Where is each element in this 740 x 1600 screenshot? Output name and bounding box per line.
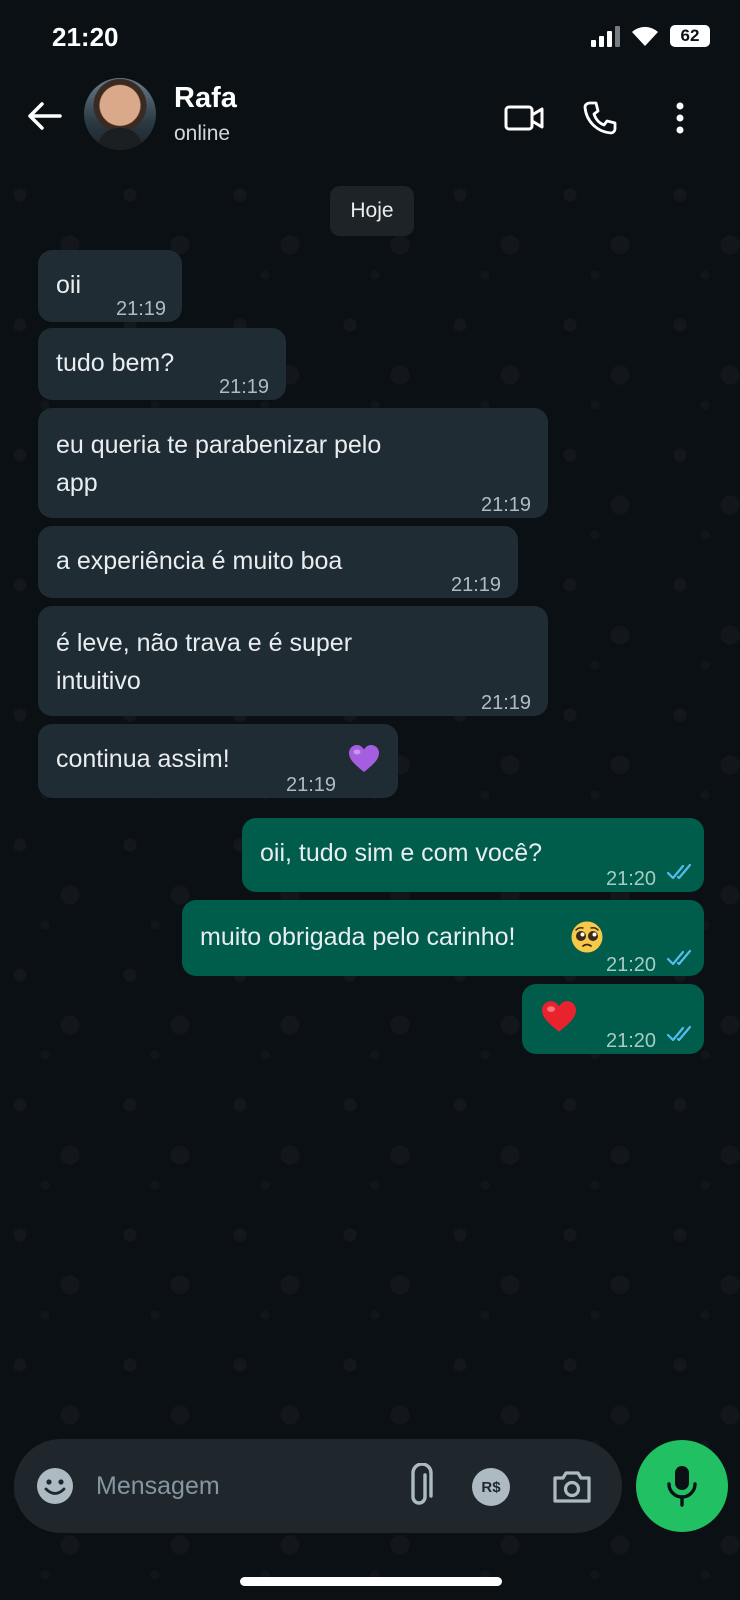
message-text: oii, tudo sim e com você? bbox=[260, 839, 543, 867]
double-check-read-icon bbox=[666, 949, 692, 966]
status-time: 21:20 bbox=[52, 22, 119, 52]
status-bar: 21:20 62 bbox=[0, 0, 740, 72]
arrow-left-icon bbox=[28, 102, 62, 130]
signal-icon bbox=[591, 25, 620, 47]
video-call-button[interactable] bbox=[502, 96, 546, 140]
double-check-read-icon bbox=[666, 1025, 692, 1042]
battery-icon: 62 bbox=[670, 25, 710, 47]
microphone-icon bbox=[667, 1466, 697, 1507]
message-text: muito obrigada pelo carinho! bbox=[200, 923, 516, 951]
message-input[interactable]: Mensagem bbox=[96, 1467, 376, 1505]
attach-clip-icon[interactable] bbox=[402, 1463, 442, 1509]
message-text: tudo bem? bbox=[56, 349, 175, 377]
message-time: 21:20 bbox=[606, 1030, 657, 1052]
message-outgoing[interactable]: muito obrigada pelo carinho! 21:20 bbox=[182, 900, 704, 976]
more-options-button[interactable] bbox=[658, 96, 702, 140]
pleading-face-icon bbox=[571, 921, 603, 953]
message-incoming[interactable]: continua assim! 21:19 bbox=[38, 724, 398, 798]
message-incoming[interactable]: a experiência é muito boa 21:19 bbox=[38, 526, 518, 598]
contact-avatar[interactable] bbox=[84, 78, 156, 150]
date-separator: Hoje bbox=[330, 186, 414, 236]
message-outgoing[interactable]: oii, tudo sim e com você? 21:20 bbox=[242, 818, 704, 892]
message-composer: Mensagem R$ bbox=[14, 1439, 622, 1533]
message-incoming[interactable]: é leve, não trava e é super intuitivo 21… bbox=[38, 606, 548, 716]
home-indicator[interactable] bbox=[240, 1577, 502, 1586]
message-time: 21:19 bbox=[481, 494, 532, 516]
message-time: 21:20 bbox=[606, 954, 657, 976]
message-outgoing[interactable]: 21:20 bbox=[522, 984, 704, 1054]
voice-call-button[interactable] bbox=[578, 96, 622, 140]
message-time: 21:19 bbox=[116, 298, 167, 320]
chat-header: Rafa online bbox=[0, 72, 740, 165]
payment-label: R$ bbox=[481, 1478, 501, 1496]
video-camera-icon bbox=[504, 105, 544, 131]
message-text: a experiência é muito boa bbox=[56, 547, 343, 575]
message-incoming[interactable]: tudo bem? 21:19 bbox=[38, 328, 286, 400]
message-text: eu queria te parabenizar pelo app bbox=[56, 431, 382, 497]
message-time: 21:19 bbox=[451, 574, 502, 596]
contact-name[interactable]: Rafa bbox=[174, 82, 237, 115]
voice-record-button[interactable] bbox=[636, 1440, 728, 1532]
phone-icon bbox=[583, 101, 617, 135]
message-text: oii bbox=[56, 271, 82, 299]
emoji-button[interactable] bbox=[34, 1465, 76, 1507]
message-time: 21:20 bbox=[606, 868, 657, 890]
battery-level: 62 bbox=[680, 26, 700, 45]
kebab-menu-icon bbox=[676, 102, 684, 134]
contact-status: online bbox=[174, 122, 231, 145]
status-icons: 62 bbox=[591, 24, 710, 48]
message-incoming[interactable]: eu queria te parabenizar pelo app 21:19 bbox=[38, 408, 548, 518]
wifi-icon bbox=[632, 26, 658, 46]
message-text: é leve, não trava e é super intuitivo bbox=[56, 629, 353, 695]
back-button[interactable] bbox=[22, 94, 66, 138]
avatar-figure bbox=[98, 128, 142, 150]
purple-heart-icon bbox=[349, 745, 379, 772]
message-time: 21:19 bbox=[219, 376, 270, 398]
message-time: 21:19 bbox=[286, 774, 337, 796]
message-text: continua assim! bbox=[56, 745, 230, 773]
message-incoming[interactable]: oii 21:19 bbox=[38, 250, 182, 322]
camera-icon[interactable] bbox=[551, 1465, 593, 1507]
red-heart-icon bbox=[542, 1001, 576, 1032]
payment-button[interactable]: R$ bbox=[472, 1468, 510, 1506]
double-check-read-icon bbox=[666, 863, 692, 880]
message-time: 21:19 bbox=[481, 692, 532, 714]
